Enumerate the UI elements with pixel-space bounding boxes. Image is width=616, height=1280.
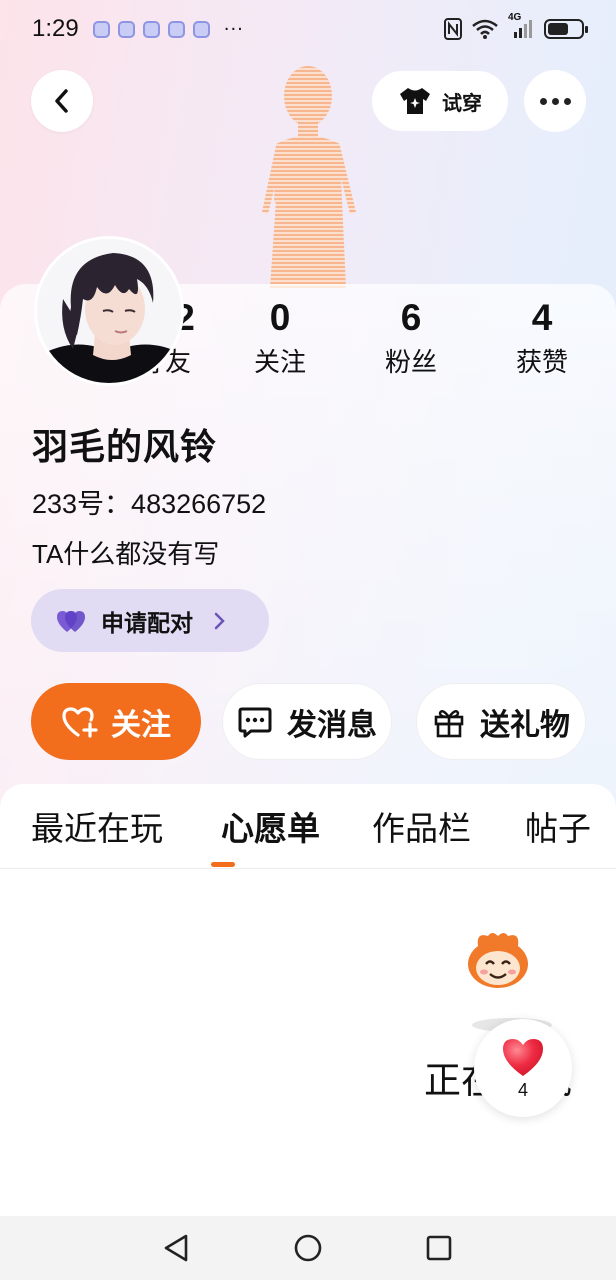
stat-value: 6 [400,297,422,338]
avatar-figure-preview [262,66,356,288]
tab-works[interactable]: 作品栏 [372,802,471,850]
app-notification-icon [167,20,185,38]
tab-recently-played[interactable]: 最近在玩 [31,802,163,850]
follow-label: 关注 [111,707,171,743]
app-notification-icon [192,20,210,38]
send-gift-button[interactable]: 送礼物 [416,683,586,760]
loading-mascot-icon [468,933,528,988]
nav-home-button[interactable] [290,1230,326,1266]
notification-icons: ··· [92,18,244,40]
triangle-back-icon [164,1234,188,1262]
chevron-right-icon [213,612,225,630]
battery-icon [544,19,588,39]
system-navigation-bar [0,1216,616,1280]
nfc-icon [444,18,462,40]
stat-likes[interactable]: 4 获赞 [482,296,602,386]
back-button[interactable] [31,70,93,132]
tab-wishlist[interactable]: 心愿单 [221,802,320,850]
square-recents-icon [426,1235,452,1261]
try-on-label: 试穿 [442,90,482,115]
circle-home-icon [294,1234,322,1262]
status-bar: 1:29 ··· 4G [0,0,616,58]
app-notification-icon [117,20,135,38]
heart-icon [503,1038,543,1076]
nav-recents-button[interactable] [421,1230,457,1266]
status-time: 1:29 [32,15,79,42]
follow-button[interactable]: 关注 [31,683,201,760]
stat-followers[interactable]: 6 粉丝 [351,296,471,386]
app-notification-icon [92,20,110,38]
profile-username: 羽毛的风铃 [32,427,218,468]
try-on-button[interactable]: 试穿 [372,71,508,131]
status-indicators: 4G [444,12,588,40]
stat-value: 0 [269,297,291,338]
stat-label: 获赞 [515,348,568,378]
network-type: 4G [508,12,522,23]
heart-add-icon [62,706,98,738]
nav-back-button[interactable] [158,1230,194,1266]
like-count: 4 [517,1079,528,1100]
app-notification-icon [142,20,160,38]
stat-value: 4 [531,297,553,338]
profile-user-id: 233号：483266752 [32,489,267,519]
request-match-label: 申请配对 [101,610,193,637]
tab-divider [0,868,616,869]
avatar[interactable] [34,236,184,386]
avatar-portrait [37,239,181,383]
chat-bubble-icon [238,707,272,737]
more-options-button[interactable] [524,70,586,132]
more-notifications-indicator: ··· [223,18,244,40]
stat-following[interactable]: 0 关注 [220,296,340,386]
floating-like-button[interactable]: 4 [474,1019,572,1117]
active-tab-indicator [211,862,235,867]
battery-level [548,23,568,35]
cellular-signal-icon: 4G [508,12,534,40]
stat-label: 关注 [253,348,306,378]
send-message-button[interactable]: 发消息 [222,683,392,760]
send-gift-label: 送礼物 [480,707,570,743]
stat-label: 粉丝 [384,348,437,378]
more-icon [539,97,571,105]
double-heart-icon [57,610,85,632]
wifi-icon [472,19,498,39]
request-match-button[interactable]: 申请配对 [31,589,269,652]
gift-icon [434,709,464,737]
chevron-left-icon [55,89,68,113]
profile-bio: TA什么都没有写 [32,539,220,569]
send-message-label: 发消息 [287,707,377,743]
tshirt-icon [400,88,430,114]
tab-posts[interactable]: 帖子 [525,802,591,850]
